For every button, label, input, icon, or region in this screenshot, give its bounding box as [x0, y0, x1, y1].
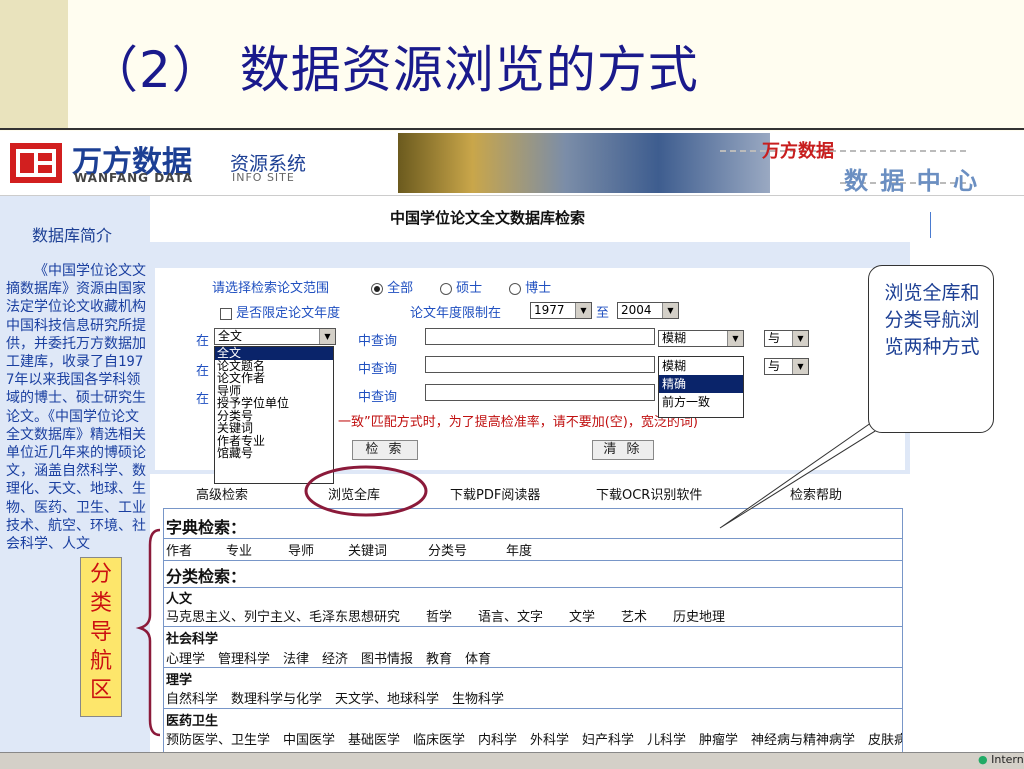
globe-icon: ●	[978, 753, 988, 766]
classify-bracket	[135, 528, 161, 737]
browse-all-ellipse	[304, 465, 428, 517]
classify-nav-label: 分类导航区	[89, 562, 112, 703]
status-bar	[0, 752, 1024, 769]
status-zone: ● Interne	[978, 753, 1024, 766]
callout-pointer	[719, 417, 898, 529]
callout-text: 浏览全库和分类导航浏览两种方式	[884, 282, 980, 358]
